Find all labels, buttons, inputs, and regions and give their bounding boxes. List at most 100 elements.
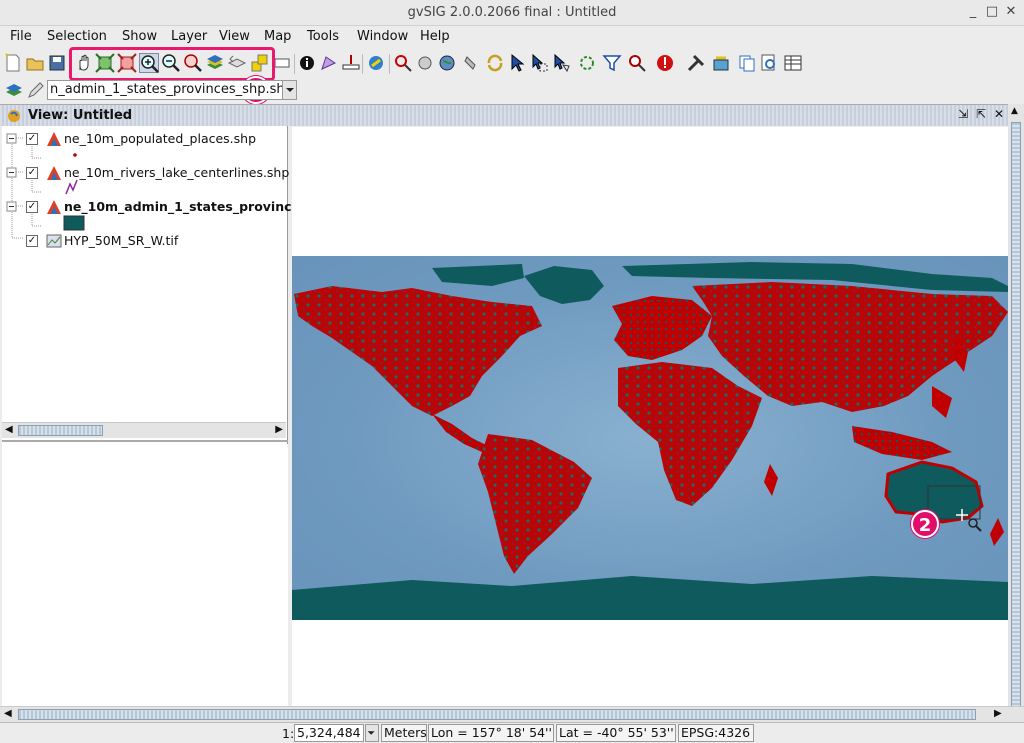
preview-icon[interactable] <box>759 53 779 73</box>
vertical-scrollbar[interactable]: ▲ <box>1008 104 1024 708</box>
indonesia-shape <box>852 426 952 460</box>
south-america-shape <box>478 434 592 574</box>
table-of-contents: ✓ ne_10m_populated_places.shp ✓ ne_10m_r… <box>2 126 369 422</box>
menu-tools[interactable]: Tools <box>307 29 339 44</box>
central-america-shape <box>432 414 488 452</box>
vector-layer-icon <box>46 131 62 147</box>
layer-name: ne_10m_rivers_lake_centerlines.shp <box>64 165 290 180</box>
search-table-icon[interactable] <box>627 53 647 73</box>
flashlight-icon[interactable] <box>463 53 483 73</box>
select-rectangle-icon[interactable] <box>529 53 549 73</box>
error-icon[interactable] <box>655 53 675 73</box>
measure-distance-icon[interactable] <box>341 53 361 73</box>
greenland-shape <box>524 266 604 304</box>
layer-checkbox[interactable]: ✓ <box>26 235 38 247</box>
close-view-icon[interactable]: ✕ <box>994 107 1004 121</box>
scroll-right-icon[interactable]: ▶ <box>994 708 1002 719</box>
scale-input[interactable]: 5,324,484 <box>294 724 364 742</box>
menu-selection[interactable]: Selection <box>47 29 107 44</box>
scroll-up-icon[interactable]: ▲ <box>1011 106 1018 116</box>
philippines-shape <box>932 386 952 418</box>
menu-help[interactable]: Help <box>420 29 450 44</box>
open-folder-icon[interactable] <box>25 53 45 73</box>
arctic-canada-shape <box>432 264 524 286</box>
pane-divider[interactable] <box>2 440 288 442</box>
chevron-down-icon[interactable] <box>282 81 296 99</box>
menu-layer[interactable]: Layer <box>171 29 207 44</box>
annotation-badge-2: 2 <box>911 510 939 538</box>
minimize-icon[interactable]: _ <box>964 3 982 21</box>
save-icon[interactable] <box>47 53 67 73</box>
crs-field: EPSG:4326 <box>678 724 754 742</box>
select-by-point-icon[interactable] <box>393 53 413 73</box>
tools-icon[interactable] <box>686 53 706 73</box>
layer-select[interactable]: n_admin_1_states_provinces_shp.shp <box>47 80 297 100</box>
menu-window[interactable]: Window <box>357 29 408 44</box>
menu-map[interactable]: Map <box>264 29 291 44</box>
menu-file[interactable]: File <box>10 29 32 44</box>
maximize-icon[interactable]: □ <box>983 3 1001 21</box>
toc-horizontal-scrollbar[interactable]: ◀ ▶ <box>2 422 286 438</box>
copy-icon[interactable] <box>737 53 757 73</box>
measure-icon[interactable] <box>272 53 292 73</box>
select-by-layer-icon[interactable] <box>577 53 597 73</box>
new-file-icon[interactable] <box>3 53 23 73</box>
horizontal-scroll-thumb[interactable] <box>18 709 976 720</box>
toolbar-highlight-box <box>69 47 275 81</box>
africa-shape <box>618 362 762 506</box>
vector-layer-icon <box>46 165 62 181</box>
antarctica-shape <box>292 576 1008 620</box>
menu-view[interactable]: View <box>219 29 250 44</box>
view-icon <box>6 108 22 124</box>
locator-icon[interactable] <box>415 53 435 73</box>
longitude-field: Lon = 157° 18' 54'' <box>428 724 554 742</box>
scroll-left-icon[interactable]: ◀ <box>4 708 12 719</box>
world-map-layers <box>292 262 1008 620</box>
map-horizontal-scrollbar[interactable]: ◀ ▶ <box>0 706 1024 722</box>
layer-checkbox[interactable]: ✓ <box>26 133 38 145</box>
info-icon[interactable] <box>297 53 317 73</box>
select-polygon-icon[interactable] <box>551 53 571 73</box>
latitude-field: Lat = -40° 55' 53'' <box>556 724 676 742</box>
view-title: View: Untitled <box>28 108 133 123</box>
measure-area-icon[interactable] <box>319 53 339 73</box>
left-panel: ✓ ne_10m_populated_places.shp ✓ ne_10m_r… <box>2 126 369 708</box>
new-zealand-shape <box>990 518 1004 546</box>
raster-layer-icon <box>46 233 62 249</box>
filter-icon[interactable] <box>602 53 622 73</box>
edit-pencil-icon[interactable] <box>26 80 46 100</box>
refresh-icon[interactable] <box>485 53 505 73</box>
restore-icon[interactable]: ⇲ <box>958 107 968 121</box>
view-header: View: Untitled ⇲ ⇱ ✕ <box>0 104 1024 126</box>
units-field: Meters <box>381 724 427 742</box>
status-bar: 1: 5,324,484 Meters Lon = 157° 18' 54'' … <box>0 722 1024 743</box>
layers-edit-icon[interactable] <box>4 80 24 100</box>
layer-name: ne_10m_populated_places.shp <box>64 131 257 146</box>
hyperlink-icon[interactable] <box>366 53 386 73</box>
scroll-thumb[interactable] <box>18 425 103 436</box>
map-canvas[interactable] <box>292 127 1008 707</box>
globe-icon[interactable] <box>437 53 457 73</box>
scroll-left-icon[interactable]: ◀ <box>5 424 13 435</box>
add-layer-icon[interactable] <box>711 53 731 73</box>
scale-prefix: 1: <box>282 726 295 741</box>
close-icon[interactable]: ✕ <box>1002 3 1020 21</box>
maximize-view-icon[interactable]: ⇱ <box>976 107 986 121</box>
vertical-scroll-thumb[interactable] <box>1011 122 1021 707</box>
world-map[interactable] <box>292 256 1008 620</box>
north-america-shape <box>294 286 542 416</box>
scale-dropdown[interactable] <box>365 724 379 742</box>
menu-bar: File Selection Show Layer View Map Tools… <box>0 26 1024 48</box>
select-arrow-icon[interactable] <box>507 53 527 73</box>
menu-show[interactable]: Show <box>122 29 157 44</box>
title-bar: gvSIG 2.0.0.2066 final : Untitled _ □ ✕ <box>0 0 1024 26</box>
madagascar-shape <box>764 464 778 496</box>
locator-map[interactable] <box>2 444 288 708</box>
window-title: gvSIG 2.0.0.2066 final : Untitled <box>407 5 617 20</box>
layer-checkbox[interactable]: ✓ <box>26 167 38 179</box>
layer-name: HYP_50M_SR_W.tif <box>64 233 179 248</box>
table-icon[interactable] <box>783 53 803 73</box>
layer-checkbox[interactable]: ✓ <box>26 201 38 213</box>
scroll-right-icon[interactable]: ▶ <box>275 424 283 435</box>
europe-shape <box>612 296 712 360</box>
